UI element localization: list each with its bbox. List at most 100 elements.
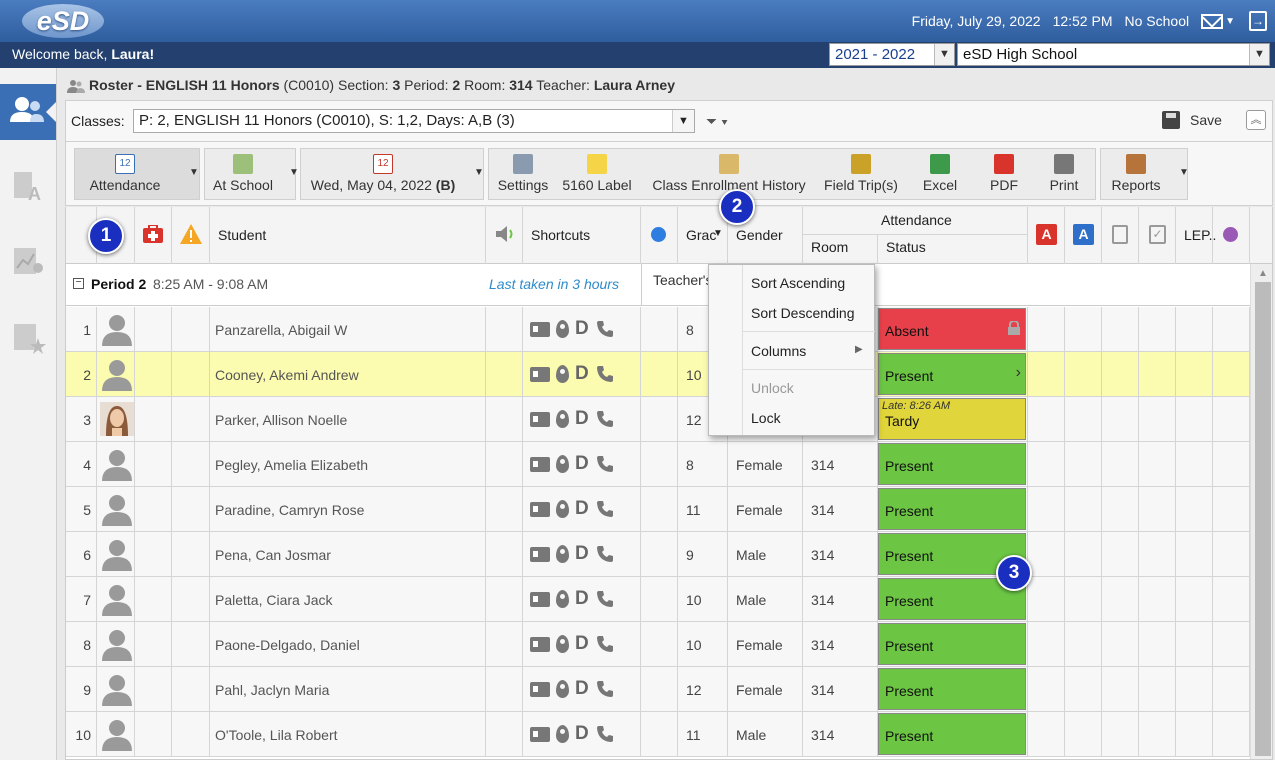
status-badge[interactable]: Present xyxy=(878,623,1026,665)
table-row[interactable]: 10 O'Toole, Lila Robert D 11 Male 314 Present xyxy=(66,712,1250,757)
header-notes[interactable] xyxy=(1102,207,1139,264)
school-year-select[interactable]: 2021 - 2022 ▼ xyxy=(829,43,955,66)
mail-caret-icon[interactable]: ▼ xyxy=(1225,16,1235,27)
photo-cell[interactable] xyxy=(97,532,135,576)
student-name[interactable]: O'Toole, Lila Robert xyxy=(215,727,338,743)
header-room[interactable]: Room xyxy=(803,235,878,264)
status-cell[interactable]: Present xyxy=(878,442,1028,486)
last-taken-link[interactable]: Last taken in 3 hours xyxy=(489,276,619,292)
table-row[interactable]: 3 Parker, Allison Noelle D 12 Late: 8:26 AM T… xyxy=(66,397,1250,442)
mail-icon[interactable] xyxy=(1201,13,1224,29)
id-card-icon[interactable] xyxy=(530,366,550,382)
id-card-icon[interactable] xyxy=(530,456,550,472)
date-dropdown[interactable]: ▼ xyxy=(465,149,484,199)
reports-button[interactable]: Reports xyxy=(1101,149,1171,199)
location-pin-icon[interactable] xyxy=(556,365,569,383)
pdf-button[interactable]: PDF xyxy=(979,149,1029,199)
status-cell[interactable]: Late: 8:26 AM Tardy xyxy=(878,397,1028,441)
status-badge[interactable]: Present xyxy=(878,713,1026,755)
photo-cell[interactable] xyxy=(97,442,135,486)
phone-icon[interactable] xyxy=(595,544,615,564)
location-pin-icon[interactable] xyxy=(556,320,569,338)
at-school-button[interactable]: At School xyxy=(205,149,281,199)
student-name-cell[interactable]: Parker, Allison Noelle xyxy=(210,397,486,441)
photo-cell[interactable] xyxy=(97,307,135,351)
columns-item[interactable]: Columns xyxy=(751,343,806,359)
d-icon[interactable]: D xyxy=(575,724,589,743)
sort-ascending-item[interactable]: Sort Ascending xyxy=(751,275,845,291)
phone-icon[interactable] xyxy=(595,364,615,384)
student-name-cell[interactable]: Paletta, Ciara Jack xyxy=(210,577,486,621)
header-lep[interactable]: LEP.. xyxy=(1176,207,1216,264)
table-row[interactable]: 5 Paradine, Camryn Rose D 11 Female 314 Presen… xyxy=(66,487,1250,532)
student-name-cell[interactable]: Panzarella, Abigail W xyxy=(210,307,486,351)
header-status[interactable]: Status xyxy=(878,235,1028,264)
status-cell[interactable]: Present xyxy=(878,622,1028,666)
chevron-right-icon[interactable]: › xyxy=(1016,364,1021,382)
d-icon[interactable]: D xyxy=(575,409,589,428)
label-5160-button[interactable]: 5160 Label xyxy=(559,149,635,199)
excel-button[interactable]: Excel xyxy=(909,149,971,199)
phone-icon[interactable] xyxy=(595,634,615,654)
location-pin-icon[interactable] xyxy=(556,590,569,608)
settings-button[interactable]: Settings xyxy=(495,149,551,199)
gradebook-icon[interactable]: A xyxy=(10,168,46,204)
id-card-icon[interactable] xyxy=(530,726,550,742)
phone-icon[interactable] xyxy=(595,679,615,699)
student-name[interactable]: Paone-Delgado, Daniel xyxy=(215,637,360,653)
chevron-down-icon[interactable]: ▼ xyxy=(1249,44,1269,65)
table-row[interactable]: 6 Pena, Can Josmar D 9 Male 314 Present xyxy=(66,532,1250,577)
photo-cell[interactable] xyxy=(97,487,135,531)
d-icon[interactable]: D xyxy=(575,454,589,473)
location-pin-icon[interactable] xyxy=(556,545,569,563)
phone-icon[interactable] xyxy=(595,724,615,744)
chevron-down-icon[interactable]: ▼ xyxy=(934,44,954,65)
header-shortcuts[interactable]: Shortcuts xyxy=(523,207,641,264)
status-badge[interactable]: Present xyxy=(878,443,1026,485)
table-row[interactable]: 1 Panzarella, Abigail W D 8 Absent xyxy=(66,307,1250,352)
status-cell[interactable]: Present xyxy=(878,487,1028,531)
id-card-icon[interactable] xyxy=(530,681,550,697)
student-name-cell[interactable]: Paone-Delgado, Daniel xyxy=(210,622,486,666)
student-name-cell[interactable]: O'Toole, Lila Robert xyxy=(210,712,486,756)
photo-cell[interactable] xyxy=(97,622,135,666)
status-badge[interactable]: Late: 8:26 AM Tardy xyxy=(878,398,1026,440)
table-row[interactable]: 2 Cooney, Akemi Andrew D 10 Present › xyxy=(66,352,1250,397)
scroll-up-icon[interactable]: ▲ xyxy=(1258,268,1268,279)
phone-icon[interactable] xyxy=(595,319,615,339)
student-name[interactable]: Cooney, Akemi Andrew xyxy=(215,367,359,383)
photo-cell[interactable] xyxy=(97,397,135,441)
id-card-icon[interactable] xyxy=(530,501,550,517)
header-blue-dot[interactable] xyxy=(641,207,678,264)
header-purple-dot[interactable] xyxy=(1213,207,1250,264)
d-icon[interactable]: D xyxy=(575,499,589,518)
student-name-cell[interactable]: Pena, Can Josmar xyxy=(210,532,486,576)
location-pin-icon[interactable] xyxy=(556,455,569,473)
photo-cell[interactable] xyxy=(97,577,135,621)
table-row[interactable]: 8 Paone-Delgado, Daniel D 10 Female 314 Presen… xyxy=(66,622,1250,667)
sidebar-item-roster[interactable] xyxy=(0,84,56,140)
print-button[interactable]: Print xyxy=(1037,149,1091,199)
phone-icon[interactable] xyxy=(595,454,615,474)
location-pin-icon[interactable] xyxy=(556,635,569,653)
photo-cell[interactable] xyxy=(97,712,135,756)
id-card-icon[interactable] xyxy=(530,636,550,652)
student-name-cell[interactable]: Cooney, Akemi Andrew xyxy=(210,352,486,396)
chevron-down-icon[interactable]: ▼ xyxy=(713,228,723,239)
esd-logo[interactable]: eSD xyxy=(22,4,104,38)
chevron-down-icon[interactable]: ▼ xyxy=(672,110,694,132)
date-picker-button[interactable]: 12 Wed, May 04, 2022 (B) xyxy=(301,149,465,199)
status-cell[interactable]: Present xyxy=(878,667,1028,711)
school-select[interactable]: eSD High School ▼ xyxy=(957,43,1270,66)
header-student[interactable]: Student xyxy=(210,207,486,264)
header-medical[interactable] xyxy=(135,207,172,264)
attendance-button[interactable]: 12 Attendance xyxy=(75,149,175,199)
location-pin-icon[interactable] xyxy=(556,500,569,518)
id-card-icon[interactable] xyxy=(530,321,550,337)
logout-icon[interactable]: → xyxy=(1249,11,1267,31)
vertical-scrollbar[interactable]: ▲ xyxy=(1250,264,1272,759)
d-icon[interactable]: D xyxy=(575,364,589,383)
status-cell[interactable]: Present › xyxy=(878,352,1028,396)
student-name-cell[interactable]: Pahl, Jaclyn Maria xyxy=(210,667,486,711)
table-row[interactable]: 9 Pahl, Jaclyn Maria D 12 Female 314 Present xyxy=(66,667,1250,712)
